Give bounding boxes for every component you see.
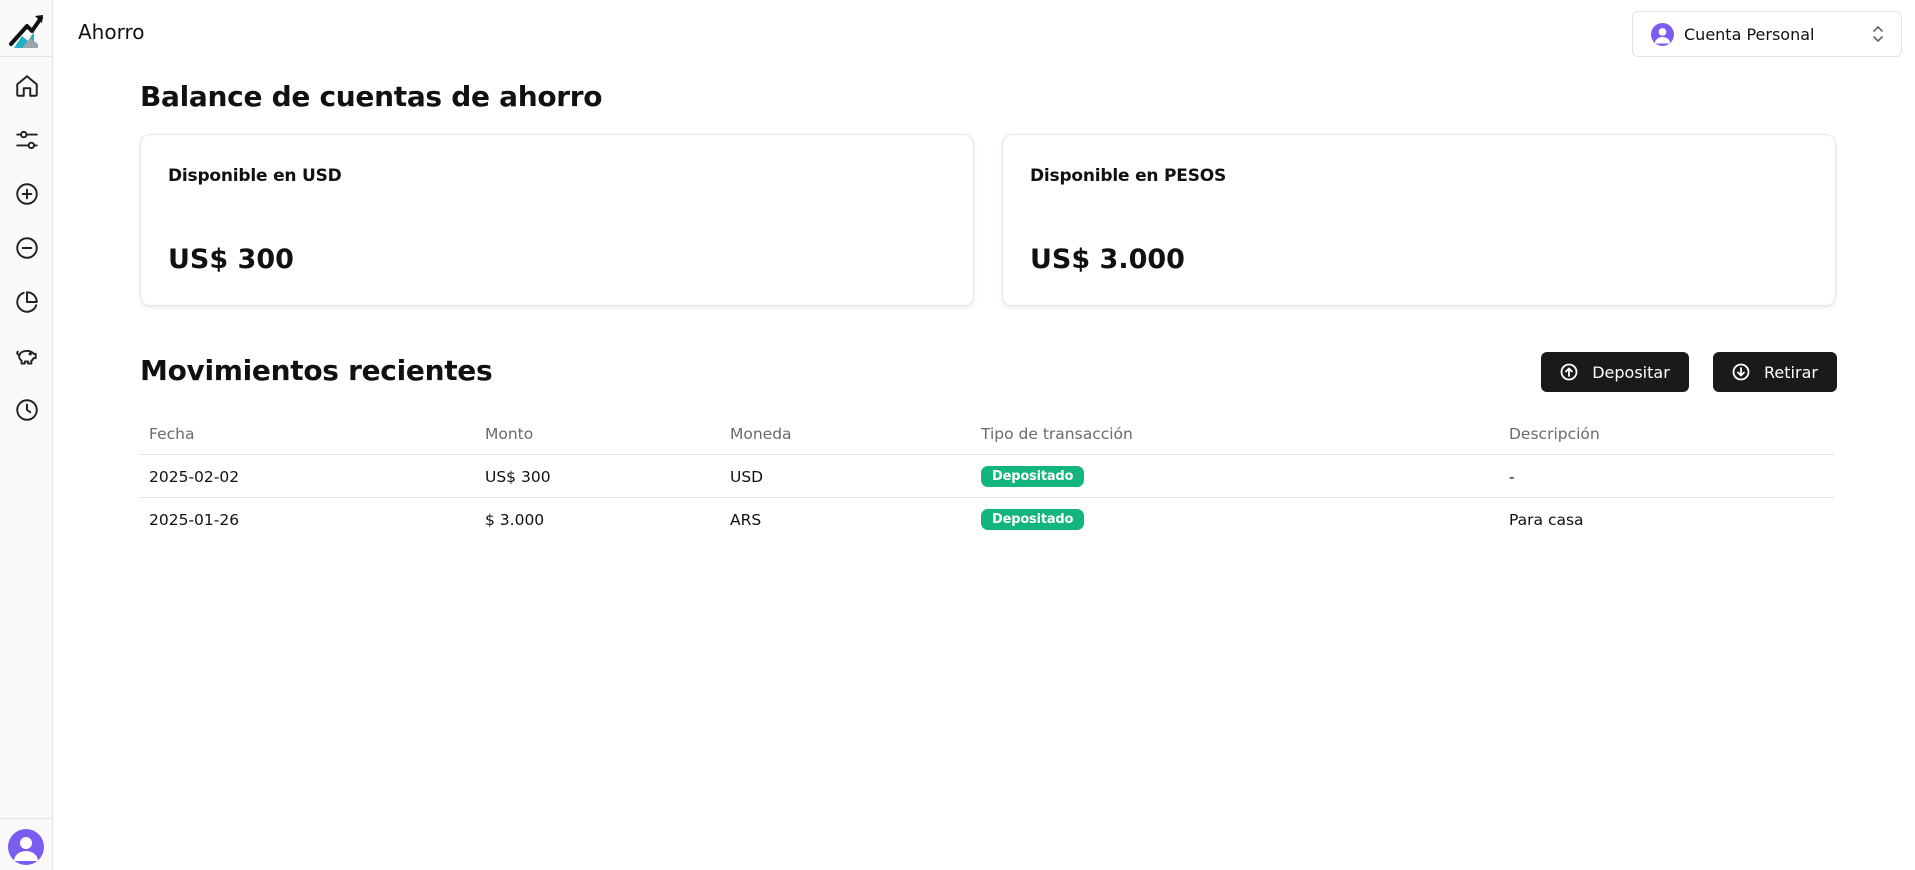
table-header: Fecha Monto Moneda Tipo de transacción D… — [140, 412, 1834, 455]
page-title: Ahorro — [78, 20, 145, 44]
sliders-icon — [16, 130, 38, 150]
balance-card-usd: Disponible en USD US$ 300 — [140, 134, 974, 306]
withdraw-label: Retirar — [1764, 362, 1818, 382]
withdraw-button[interactable]: Retirar — [1713, 352, 1837, 392]
card-value: US$ 3.000 — [1030, 244, 1185, 275]
cell-amount: $ 3.000 — [485, 510, 545, 529]
clock-icon — [16, 399, 38, 421]
status-badge: Depositado — [981, 509, 1085, 530]
cell-currency: ARS — [730, 510, 762, 529]
balance-card-pesos: Disponible en PESOS US$ 3.000 — [1002, 134, 1836, 306]
pie-chart-icon — [16, 291, 38, 313]
deposit-label: Depositar — [1592, 362, 1670, 382]
sidebar-item-settings[interactable] — [12, 125, 42, 155]
table-row[interactable]: 2025-01-26 $ 3.000 ARS Depositado Para c… — [140, 498, 1834, 541]
column-header-fecha[interactable]: Fecha — [149, 412, 194, 455]
cell-date: 2025-02-02 — [149, 467, 240, 486]
piggy-bank-icon — [16, 349, 37, 365]
plus-circle-icon — [16, 183, 38, 205]
movements-title: Movimientos recientes — [140, 354, 493, 387]
account-avatar — [1651, 22, 1674, 46]
table-row[interactable]: 2025-02-02 US$ 300 USD Depositado - — [140, 455, 1834, 498]
user-icon — [1654, 27, 1671, 43]
chevron-up-down-icon — [1871, 25, 1885, 43]
sidebar — [0, 0, 53, 870]
cell-date: 2025-01-26 — [149, 510, 240, 529]
sidebar-item-home[interactable] — [12, 71, 42, 101]
sidebar-item-income[interactable] — [12, 179, 42, 209]
status-badge: Depositado — [981, 466, 1085, 487]
card-value: US$ 300 — [168, 244, 294, 275]
divider — [0, 818, 52, 819]
cell-description: Para casa — [1509, 510, 1584, 529]
column-header-tipo[interactable]: Tipo de transacción — [981, 412, 1133, 455]
account-selector[interactable]: Cuenta Personal — [1632, 11, 1902, 57]
arrow-up-circle-icon — [1560, 363, 1578, 381]
cell-type: Depositado — [981, 498, 1085, 541]
user-icon — [14, 837, 38, 861]
app-logo[interactable] — [8, 10, 44, 50]
sidebar-item-reports[interactable] — [12, 287, 42, 317]
card-label: Disponible en PESOS — [1030, 166, 1227, 186]
account-label: Cuenta Personal — [1684, 24, 1815, 44]
cell-currency: USD — [730, 467, 764, 486]
column-header-moneda[interactable]: Moneda — [730, 412, 792, 455]
sidebar-item-expenses[interactable] — [12, 233, 42, 263]
arrow-down-circle-icon — [1732, 363, 1750, 381]
cell-amount: US$ 300 — [485, 467, 551, 486]
column-header-monto[interactable]: Monto — [485, 412, 533, 455]
sidebar-item-history[interactable] — [12, 395, 42, 425]
balances-title: Balance de cuentas de ahorro — [140, 80, 603, 113]
minus-circle-icon — [16, 237, 38, 259]
sidebar-item-savings[interactable] — [12, 341, 42, 371]
card-label: Disponible en USD — [168, 166, 342, 186]
movements-table: Fecha Monto Moneda Tipo de transacción D… — [140, 412, 1834, 541]
user-avatar[interactable] — [8, 829, 44, 865]
cell-type: Depositado — [981, 455, 1085, 498]
column-header-descripcion[interactable]: Descripción — [1509, 412, 1600, 455]
deposit-button[interactable]: Depositar — [1541, 352, 1689, 392]
cell-description: - — [1509, 467, 1515, 486]
divider — [0, 56, 52, 57]
home-icon — [16, 75, 38, 97]
